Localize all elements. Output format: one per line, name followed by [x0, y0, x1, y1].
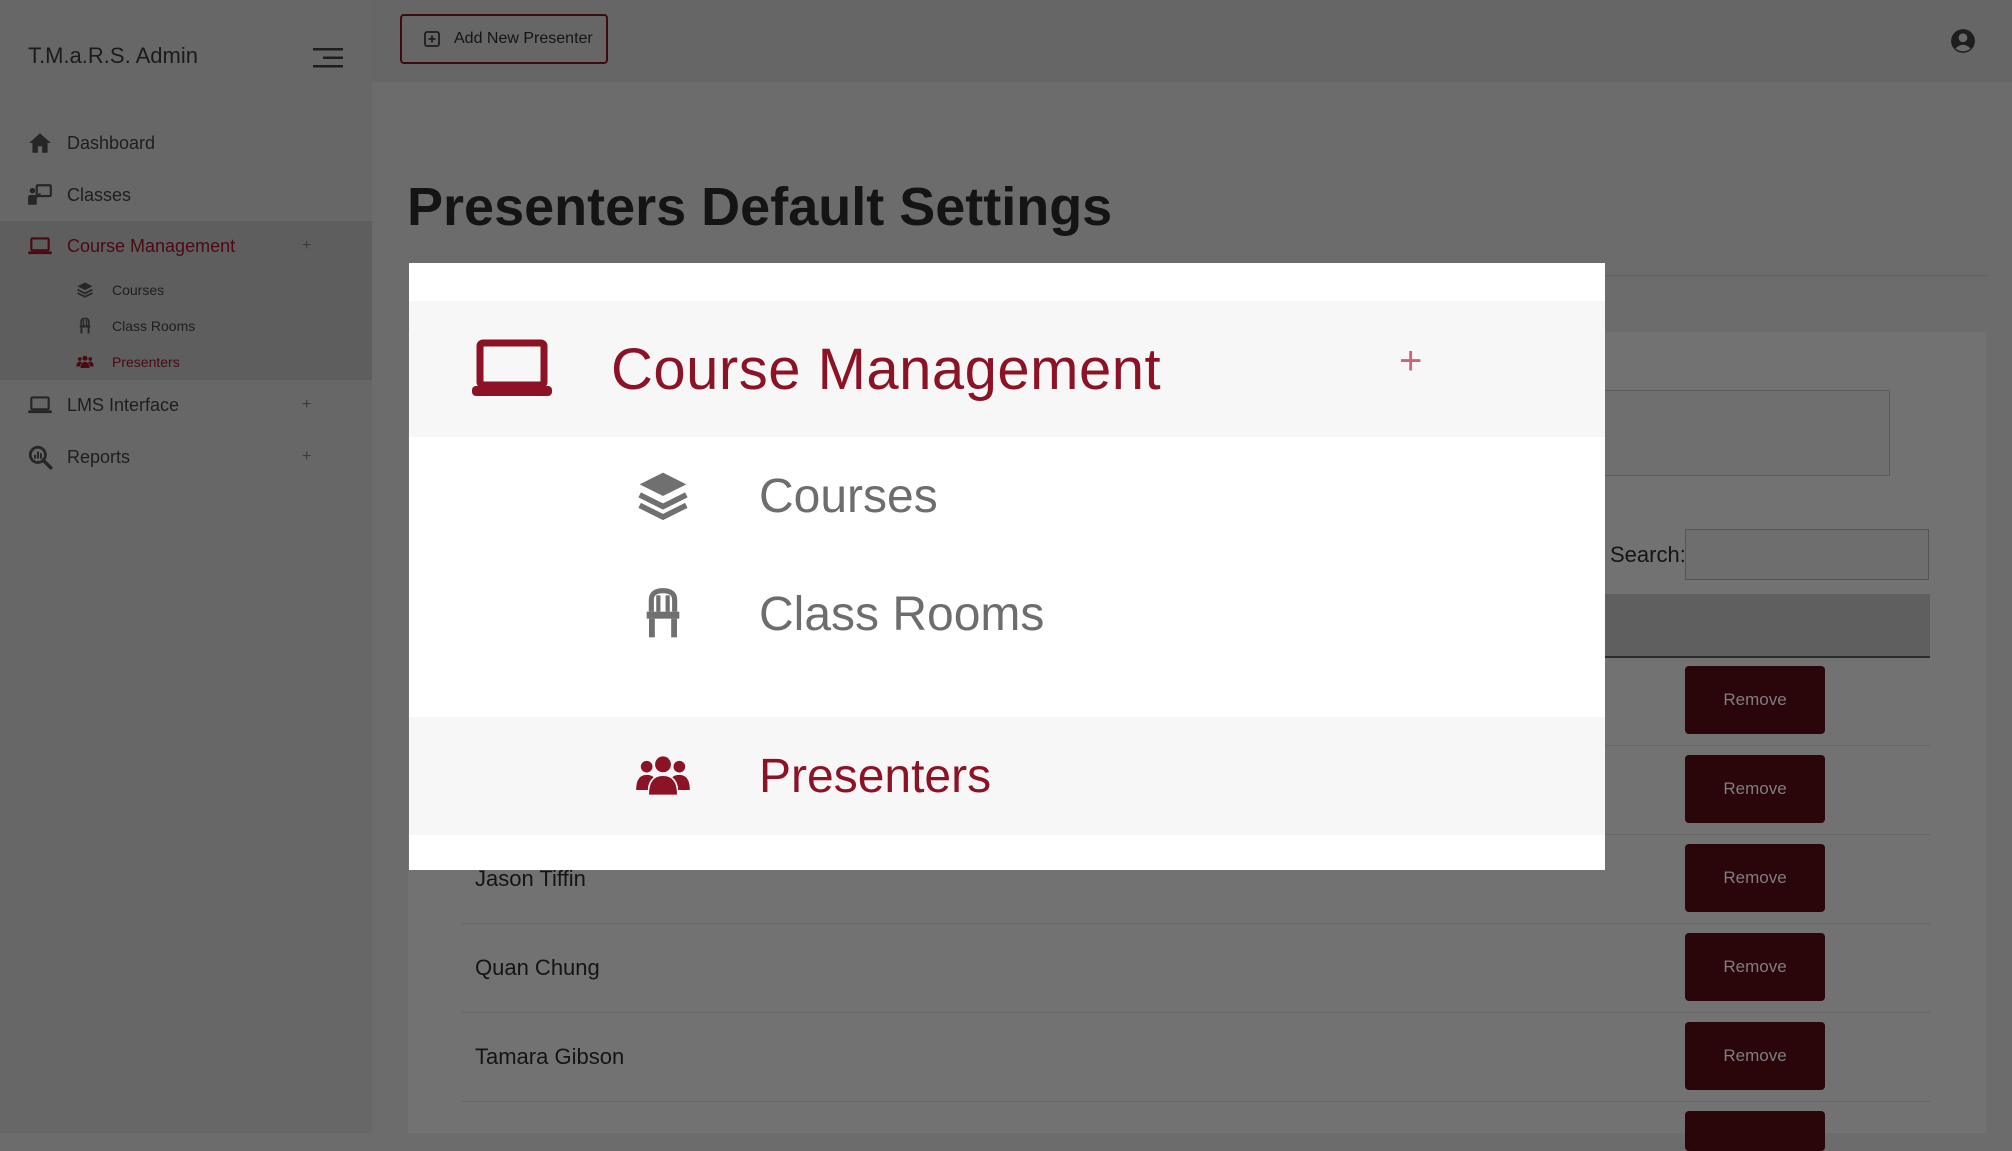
- search-label: Search:: [1610, 542, 1686, 567]
- sidebar-subitem-label: Presenters: [112, 354, 180, 370]
- home-icon: [27, 130, 53, 156]
- plus-square-icon: [424, 31, 440, 47]
- remove-button[interactable]: Remove: [1685, 933, 1825, 1001]
- remove-button[interactable]: Remove: [1685, 755, 1825, 823]
- table-row: [462, 1101, 1930, 1151]
- sidebar-item-label: Dashboard: [67, 132, 156, 153]
- brand-title: T.M.a.R.S. Admin: [28, 43, 198, 68]
- add-new-presenter-button[interactable]: Add New Presenter: [400, 14, 608, 64]
- settings-input-field[interactable]: [1580, 390, 1890, 476]
- sidebar-item-label: Classes: [67, 184, 132, 205]
- table-row: Tamara Gibson Remove: [462, 1012, 1930, 1102]
- sidebar-item-dashboard[interactable]: Dashboard: [0, 118, 372, 168]
- layer-group-icon: [633, 468, 693, 524]
- zoom-subitem-courses[interactable]: Courses: [409, 437, 1605, 555]
- zoom-item-label: Courses: [759, 469, 938, 523]
- chair-icon: [76, 317, 94, 335]
- table-row: Quan Chung Remove: [462, 923, 1930, 1013]
- users-icon: [633, 748, 693, 804]
- remove-button[interactable]: Remove: [1685, 1022, 1825, 1090]
- zoom-item-label: Class Rooms: [759, 587, 1045, 641]
- zoom-subitem-presenters[interactable]: Presenters: [409, 717, 1605, 835]
- add-new-presenter-label: Add New Presenter: [454, 30, 593, 47]
- expand-plus-icon[interactable]: +: [1399, 339, 1422, 384]
- layer-group-icon: [76, 281, 94, 299]
- sidebar-subitem-label: Class Rooms: [112, 318, 196, 334]
- remove-button[interactable]: Remove: [1685, 844, 1825, 912]
- zoom-item-label: Presenters: [759, 749, 992, 803]
- presenter-name: Tamara Gibson: [475, 1044, 625, 1069]
- remove-button[interactable]: Remove: [1685, 666, 1825, 734]
- sidebar-subitem-class-rooms[interactable]: Class Rooms: [0, 309, 372, 343]
- sidebar-subitem-label: Courses: [112, 282, 165, 298]
- remove-button[interactable]: [1685, 1111, 1825, 1151]
- expand-plus-icon[interactable]: +: [302, 448, 311, 466]
- sidebar-item-label: LMS Interface: [67, 394, 180, 415]
- laptop-icon: [27, 392, 53, 418]
- users-icon: [76, 353, 94, 371]
- zoom-item-label: Course Management: [611, 336, 1162, 402]
- sidebar-item-reports[interactable]: Reports +: [0, 432, 372, 482]
- user-circle-icon[interactable]: [1950, 28, 1976, 54]
- menu-toggle-icon[interactable]: [313, 47, 343, 69]
- sidebar-item-label: Course Management: [67, 235, 236, 256]
- sidebar-item-classes[interactable]: Classes: [0, 170, 372, 220]
- zoom-callout: Course Management + Courses Class Rooms …: [409, 263, 1605, 870]
- sidebar-item-label: Reports: [67, 446, 131, 467]
- sidebar: T.M.a.R.S. Admin Dashboard Classes Cours…: [0, 0, 372, 1133]
- course-management-submenu: Courses Class Rooms Presenters: [0, 268, 372, 380]
- sidebar-subitem-presenters[interactable]: Presenters: [0, 345, 372, 379]
- sidebar-subitem-courses[interactable]: Courses: [0, 273, 372, 307]
- sidebar-item-lms-interface[interactable]: LMS Interface +: [0, 380, 372, 430]
- search-chart-icon: [27, 444, 53, 470]
- chalkboard-teacher-icon: [27, 182, 53, 208]
- presenter-name: Quan Chung: [475, 955, 600, 980]
- search-input[interactable]: [1685, 529, 1929, 580]
- top-bar: Add New Presenter: [372, 0, 2012, 82]
- laptop-icon: [471, 339, 553, 399]
- zoom-subitem-class-rooms[interactable]: Class Rooms: [409, 555, 1605, 673]
- expand-plus-icon[interactable]: +: [302, 396, 311, 414]
- sidebar-item-course-management[interactable]: Course Management +: [0, 221, 372, 271]
- expand-plus-icon[interactable]: +: [302, 237, 311, 255]
- laptop-icon: [27, 233, 53, 259]
- zoom-course-management[interactable]: Course Management +: [409, 301, 1605, 437]
- page-title: Presenters Default Settings: [407, 177, 1113, 237]
- chair-icon: [633, 586, 693, 642]
